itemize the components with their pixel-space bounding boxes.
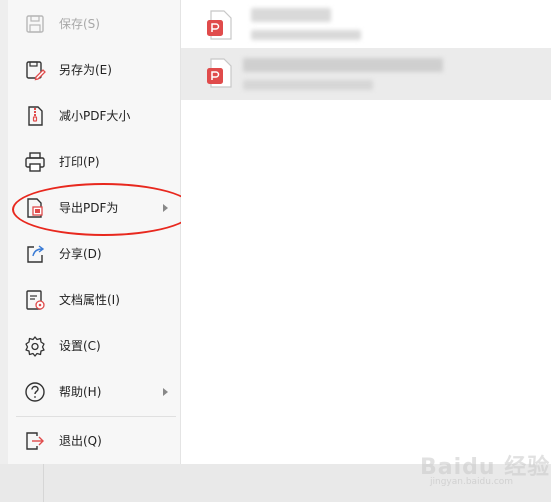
pdf-file-icon	[207, 58, 232, 88]
export-pdf-icon	[27, 198, 43, 218]
help-icon	[25, 382, 45, 402]
menu-item-label: 打印(P)	[59, 155, 100, 169]
menu-item-label: 设置(C)	[59, 339, 101, 353]
menu-item-label: 另存为(E)	[59, 63, 112, 77]
redacted-file-path	[243, 80, 373, 90]
recent-files-panel	[181, 0, 551, 464]
menu-item-label: 退出(Q)	[59, 434, 102, 448]
exit-icon	[26, 432, 44, 450]
pdf-file-icon	[207, 10, 232, 40]
redacted-file-name	[243, 58, 443, 72]
file-menu-panel: 保存(S) 另存为(E) 减小PDF大小 打印(P) 导出PDF为 分享(D) …	[8, 0, 181, 464]
menu-item-label: 帮助(H)	[59, 385, 102, 399]
menu-item-label: 导出PDF为	[59, 201, 119, 215]
menu-item-save-as[interactable]: 另存为(E)	[8, 51, 180, 89]
menu-item-label: 保存(S)	[59, 17, 100, 31]
menu-item-label: 文档属性(I)	[59, 293, 120, 307]
menu-item-share[interactable]: 分享(D)	[8, 235, 180, 273]
redacted-file-name	[251, 8, 331, 22]
submenu-arrow-icon	[163, 388, 168, 396]
redacted-file-path	[251, 30, 361, 40]
menu-item-compress-pdf[interactable]: 减小PDF大小	[8, 97, 180, 135]
document-properties-icon	[26, 290, 45, 310]
printer-icon	[25, 152, 45, 172]
share-icon	[27, 245, 45, 263]
menu-item-label: 减小PDF大小	[59, 109, 131, 123]
menu-item-exit[interactable]: 退出(Q)	[8, 422, 180, 460]
watermark-subtext: jingyan.baidu.com	[430, 477, 514, 487]
save-as-icon	[26, 61, 46, 81]
gear-icon	[25, 336, 45, 357]
menu-item-label: 分享(D)	[59, 247, 102, 261]
compress-pdf-icon	[28, 106, 43, 126]
save-icon	[26, 15, 44, 33]
menu-item-print[interactable]: 打印(P)	[8, 143, 180, 181]
menu-item-document-properties[interactable]: 文档属性(I)	[8, 281, 180, 319]
submenu-arrow-icon	[163, 204, 168, 212]
recent-file-row[interactable]	[181, 48, 551, 100]
baidu-watermark: Baidu 经验 jingyan.baidu.com	[420, 447, 549, 487]
recent-file-row[interactable]	[181, 0, 551, 52]
menu-item-settings[interactable]: 设置(C)	[8, 327, 180, 365]
menu-item-save[interactable]: 保存(S)	[8, 5, 180, 43]
menu-item-help[interactable]: 帮助(H)	[8, 373, 180, 411]
menu-item-export-pdf[interactable]: 导出PDF为	[8, 189, 180, 227]
menu-separator	[16, 416, 176, 417]
bottom-divider	[43, 464, 44, 502]
